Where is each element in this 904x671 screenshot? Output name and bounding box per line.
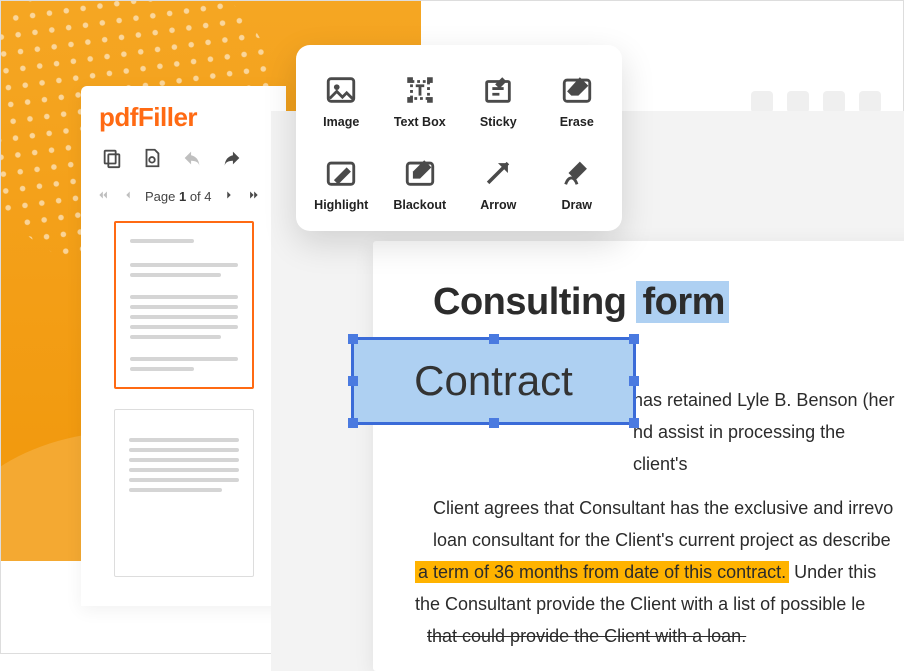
document-page[interactable]: Consulting form has retained Lyle B. Ben… bbox=[373, 241, 904, 671]
text-box-content[interactable]: Contract bbox=[414, 357, 573, 405]
app-logo: pdfFiller bbox=[99, 102, 270, 133]
blackout-tool[interactable]: Blackout bbox=[381, 142, 460, 225]
strikethrough-text: that could provide the Client with a loa… bbox=[427, 626, 746, 646]
highlight-tool[interactable]: Highlight bbox=[302, 142, 381, 225]
sidebar: pdfFiller Page 1 of 4 bbox=[81, 86, 286, 606]
prev-page-icon[interactable] bbox=[121, 188, 135, 205]
resize-handle[interactable] bbox=[348, 334, 358, 344]
highlighted-text: a term of 36 months from date of this co… bbox=[415, 561, 789, 583]
last-page-icon[interactable] bbox=[246, 188, 260, 205]
image-tool[interactable]: Image bbox=[302, 59, 381, 142]
text-box-selection[interactable]: Contract bbox=[351, 337, 636, 425]
pager: Page 1 of 4 bbox=[97, 188, 270, 205]
resize-handle[interactable] bbox=[489, 334, 499, 344]
undo-icon[interactable] bbox=[181, 147, 203, 174]
next-page-icon[interactable] bbox=[222, 188, 236, 205]
first-page-icon[interactable] bbox=[97, 188, 111, 205]
erase-tool[interactable]: Erase bbox=[538, 59, 617, 142]
document-title: Consulting form bbox=[433, 281, 901, 324]
resize-handle[interactable] bbox=[348, 418, 358, 428]
resize-handle[interactable] bbox=[348, 376, 358, 386]
document-body: has retained Lyle B. Benson (her nd assi… bbox=[433, 384, 901, 671]
draw-tool[interactable]: Draw bbox=[538, 142, 617, 225]
redo-icon[interactable] bbox=[221, 147, 243, 174]
textbox-tool[interactable]: Text Box bbox=[381, 59, 460, 142]
sticky-tool[interactable]: Sticky bbox=[459, 59, 538, 142]
resize-handle[interactable] bbox=[629, 418, 639, 428]
page-thumbnail-1[interactable] bbox=[114, 221, 254, 389]
page-thumbnail-2[interactable] bbox=[114, 409, 254, 577]
copy-icon[interactable] bbox=[101, 147, 123, 174]
window-buttons bbox=[751, 91, 881, 113]
annotation-toolbar: Image Text Box Sticky Erase Highlight Bl… bbox=[296, 45, 622, 231]
pager-text: Page 1 of 4 bbox=[145, 189, 212, 204]
resize-handle[interactable] bbox=[489, 418, 499, 428]
resize-handle[interactable] bbox=[629, 376, 639, 386]
arrow-tool[interactable]: Arrow bbox=[459, 142, 538, 225]
page-settings-icon[interactable] bbox=[141, 147, 163, 174]
resize-handle[interactable] bbox=[629, 334, 639, 344]
